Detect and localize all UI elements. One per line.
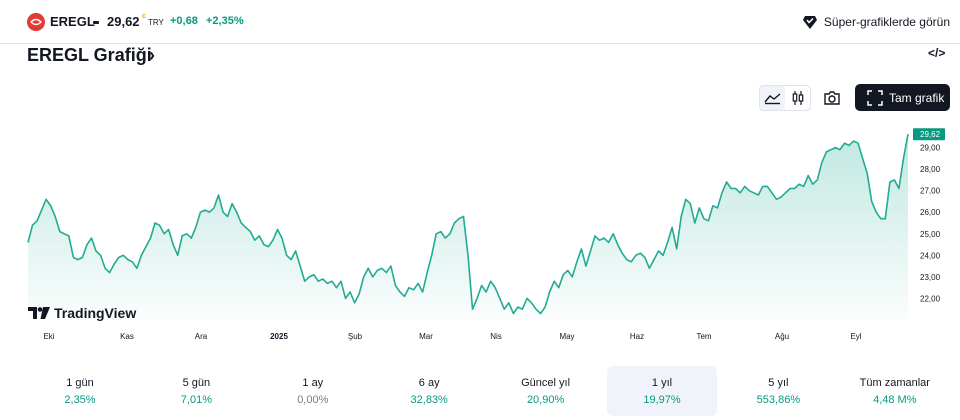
period-value: 4,48 M% — [873, 394, 917, 406]
candlestick-icon — [792, 91, 804, 105]
period-6[interactable]: 5 yıl 553,86% — [723, 366, 833, 416]
period-label: Güncel yıl — [521, 377, 571, 389]
embed-code-icon[interactable]: </> — [928, 46, 945, 60]
full-chart-button[interactable]: Tam grafik — [855, 84, 950, 111]
last-price-tag-label: 29,62 — [920, 130, 941, 139]
last-price: 29,62 — [107, 14, 140, 29]
period-value: 20,90% — [526, 394, 565, 406]
y-tick-label: 25,00 — [920, 230, 941, 239]
price-chart[interactable]: 29,00 28,00 27,00 26,00 25,00 24,00 23,00 22,00… — [0, 120, 960, 350]
currency-label: TRY — [148, 18, 164, 27]
super-charts-link[interactable]: Süper-grafiklerde görün — [802, 12, 950, 32]
symbol-name[interactable]: EREGL — [50, 14, 95, 29]
period-label: Tüm zamanlar — [859, 377, 930, 389]
chart-type-toggle — [759, 85, 811, 111]
tradingview-logo-text: TradingView — [54, 305, 137, 321]
period-value: 19,97% — [643, 394, 681, 406]
period-2[interactable]: 1 ay 0,00% — [258, 366, 368, 416]
chevron-right-icon[interactable]: › — [149, 45, 155, 66]
tradingview-logo[interactable]: TradingView — [28, 305, 136, 321]
y-axis: 29,00 28,00 27,00 26,00 25,00 24,00 23,00 22,00 — [920, 144, 941, 304]
x-tick-label: Eyl — [850, 332, 861, 341]
price-change-percent: +2,35% — [206, 15, 244, 27]
supercharts-logo-icon — [802, 16, 817, 29]
y-tick-label: 24,00 — [920, 251, 941, 260]
period-value: 2,35% — [64, 394, 96, 406]
chart-title[interactable]: EREGL Grafiği — [27, 45, 152, 66]
period-1[interactable]: 5 gün 7,01% — [141, 366, 251, 416]
period-value: 7,01% — [180, 394, 212, 406]
y-tick-label: 23,00 — [920, 273, 941, 282]
x-tick-label: Eki — [43, 332, 54, 341]
fullscreen-icon — [867, 89, 883, 106]
x-tick-label: May — [559, 332, 574, 341]
period-label: 5 yıl — [768, 377, 789, 389]
price-marker: c — [142, 13, 146, 20]
period-value: 553,86% — [756, 394, 801, 406]
y-tick-label: 28,00 — [920, 165, 941, 174]
symbol-header: EREGL 29,62 c TRY +0,68 +2,35% Süper-gra… — [0, 0, 960, 44]
x-tick-label: Mar — [419, 332, 433, 341]
x-tick-label: Ara — [195, 332, 208, 341]
x-tick-label: Ağu — [775, 332, 789, 341]
super-charts-label: Süper-grafiklerde görün — [823, 15, 950, 29]
x-tick-label: Kas — [120, 332, 134, 341]
price-change: +0,68 — [170, 15, 198, 27]
full-chart-label: Tam grafik — [889, 90, 945, 105]
period-label: 5 gün — [182, 377, 211, 389]
x-tick-label: Şub — [348, 332, 363, 341]
period-0[interactable]: 1 gün 2,35% — [25, 366, 135, 416]
period-value: 32,83% — [410, 394, 448, 406]
x-tick-label: Tem — [696, 332, 711, 341]
performance-periods: 1 gün 2,35% 5 gün 7,01% 1 ay 0,00% 6 ay 32,83% G… — [25, 366, 935, 416]
period-5[interactable]: 1 yıl 19,97% — [607, 366, 717, 416]
period-label: 1 ay — [302, 377, 324, 389]
period-3[interactable]: 6 ay 32,83% — [374, 366, 484, 416]
x-tick-label: Nis — [490, 332, 502, 341]
area-chart-button[interactable] — [760, 86, 785, 110]
period-4[interactable]: Güncel yıl 20,90% — [491, 366, 601, 416]
period-label: 1 gün — [66, 377, 94, 389]
y-tick-label: 26,00 — [920, 208, 941, 217]
camera-icon — [824, 91, 840, 105]
x-tick-label: 2025 — [270, 332, 288, 341]
tradingview-logo-icon — [28, 307, 50, 319]
x-axis: Eki Kas Ara 2025 Şub Mar Nis May Haz Tem Ağu Eyl — [43, 332, 861, 341]
company-logo-icon — [27, 13, 45, 31]
area-chart-icon — [764, 93, 781, 105]
x-tick-label: Haz — [630, 332, 644, 341]
period-label: 1 yıl — [651, 377, 673, 389]
y-tick-label: 22,00 — [920, 294, 941, 303]
period-label: 6 ay — [418, 377, 440, 389]
last-price-tag: 29,62 — [913, 128, 945, 141]
candlestick-chart-button[interactable] — [786, 86, 811, 110]
period-7[interactable]: Tüm zamanlar 4,48 M% — [840, 366, 950, 416]
y-tick-label: 29,00 — [920, 144, 941, 153]
screenshot-button[interactable] — [822, 88, 842, 108]
period-value: 0,00% — [297, 394, 329, 406]
y-tick-label: 27,00 — [920, 187, 941, 196]
separator-icon — [93, 21, 99, 24]
